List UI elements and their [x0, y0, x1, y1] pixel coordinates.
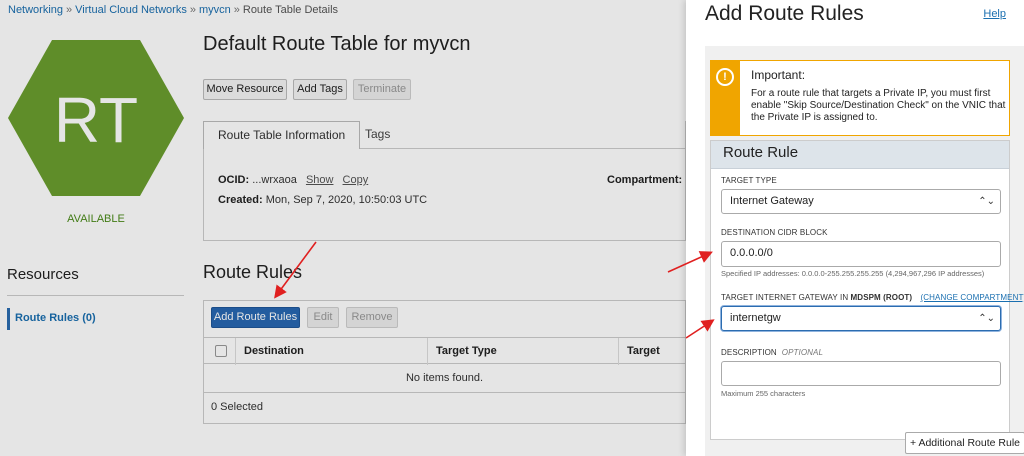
add-route-rules-button[interactable]: Add Route Rules: [211, 307, 300, 328]
alert-title: Important:: [751, 68, 806, 82]
ocid-copy-link[interactable]: Copy: [343, 174, 369, 186]
cidr-label: DESTINATION CIDR BLOCK: [721, 228, 828, 237]
add-tags-button[interactable]: Add Tags: [293, 79, 347, 100]
column-target-type[interactable]: Target Type: [427, 338, 619, 365]
description-label: DESCRIPTION OPTIONAL: [721, 348, 823, 357]
select-all-checkbox[interactable]: [215, 345, 227, 357]
resource-status: AVAILABLE: [67, 213, 125, 225]
created-value: Mon, Sep 7, 2020, 10:50:03 UTC: [265, 194, 428, 206]
select-arrows-icon: ⌃⌄: [978, 196, 995, 207]
panel-title: Add Route Rules: [705, 2, 864, 25]
compartment-label: Compartment:: [607, 174, 683, 186]
tab-route-table-information[interactable]: Route Table Information: [203, 121, 361, 149]
ocid-value: ...wrxaoa: [252, 174, 297, 186]
compartment-row: Compartment: m: [607, 174, 686, 186]
divider: [7, 295, 184, 296]
panel-body: ! Important: For a route rule that targe…: [705, 46, 1024, 456]
route-rule-header: Route Rule: [711, 141, 1009, 169]
breadcrumb: Networking» Virtual Cloud Networks» myvcn»…: [8, 4, 338, 16]
cidr-hint: Specified IP addresses: 0.0.0.0-255.255.…: [721, 269, 985, 278]
route-table-hexagon-icon: RT: [8, 40, 184, 196]
internet-gateway-select[interactable]: internetgw ⌃⌄: [721, 306, 1001, 331]
tab-tags[interactable]: Tags: [351, 121, 404, 149]
select-arrows-icon: ⌃⌄: [978, 313, 995, 324]
breadcrumb-separator: »: [66, 4, 73, 16]
breadcrumb-networking[interactable]: Networking: [8, 4, 63, 16]
route-rule-heading: Route Rule: [723, 144, 799, 161]
breadcrumb-vcns[interactable]: Virtual Cloud Networks: [75, 4, 187, 16]
breadcrumb-separator: »: [233, 4, 240, 16]
alert-bar: !: [711, 61, 740, 135]
move-resource-button[interactable]: Move Resource: [203, 79, 287, 100]
important-alert: ! Important: For a route rule that targe…: [710, 60, 1010, 136]
page-title: Default Route Table for myvcn: [203, 33, 471, 55]
resources-heading: Resources: [7, 266, 79, 283]
change-compartment-link[interactable]: (CHANGE COMPARTMENT): [921, 293, 1024, 302]
remove-button[interactable]: Remove: [346, 307, 398, 328]
column-destination[interactable]: Destination: [235, 338, 427, 365]
description-input[interactable]: [721, 361, 1001, 386]
hexagon-label: RT: [54, 84, 138, 156]
gateway-label: TARGET INTERNET GATEWAY IN MDSPM (ROOT) …: [721, 293, 1024, 302]
optional-tag: OPTIONAL: [781, 348, 824, 357]
selected-count: 0 Selected: [211, 401, 263, 413]
help-link[interactable]: Help: [983, 8, 1006, 20]
sidebar-item-route-rules[interactable]: Route Rules (0): [7, 308, 184, 330]
gateway-value: internetgw: [730, 312, 781, 324]
column-target[interactable]: Target: [618, 338, 686, 365]
cidr-input[interactable]: 0.0.0.0/0: [721, 241, 1001, 267]
description-label-text: DESCRIPTION: [721, 348, 777, 357]
terminate-button[interactable]: Terminate: [353, 79, 411, 100]
route-rule-card: Route Rule TARGET TYPE Internet Gateway …: [710, 140, 1024, 440]
target-type-value: Internet Gateway: [730, 195, 814, 207]
created-row: Created: Mon, Sep 7, 2020, 10:50:03 UTC: [218, 194, 427, 206]
ocid-label: OCID:: [218, 174, 250, 186]
background-page: Networking» Virtual Cloud Networks» myvcn»…: [0, 0, 686, 456]
target-type-select[interactable]: Internet Gateway ⌃⌄: [721, 189, 1001, 214]
breadcrumb-current: Route Table Details: [242, 4, 339, 16]
target-type-label: TARGET TYPE: [721, 176, 777, 185]
breadcrumb-separator: »: [189, 4, 196, 16]
route-rules-heading: Route Rules: [203, 262, 303, 282]
breadcrumb-myvcn[interactable]: myvcn: [199, 4, 231, 16]
description-hint: Maximum 255 characters: [721, 389, 806, 398]
ocid-row: OCID: ...wrxaoa Show Copy: [218, 174, 368, 186]
gateway-label-prefix: TARGET INTERNET GATEWAY IN: [721, 293, 849, 302]
table-header: Destination Target Type Target: [203, 337, 686, 365]
cidr-value: 0.0.0.0/0: [730, 247, 773, 259]
additional-route-rule-button[interactable]: + Additional Route Rule: [905, 432, 1024, 454]
empty-table-message: No items found.: [203, 364, 686, 393]
created-label: Created:: [218, 194, 263, 206]
ocid-show-link[interactable]: Show: [306, 174, 334, 186]
gateway-compartment: MDSPM (ROOT): [850, 293, 913, 302]
alert-text: For a route rule that targets a Private …: [751, 88, 1006, 123]
edit-button[interactable]: Edit: [307, 307, 339, 328]
warning-icon: !: [716, 68, 734, 86]
add-route-rules-panel: Add Route Rules Help ! Important: For a …: [686, 0, 1024, 456]
